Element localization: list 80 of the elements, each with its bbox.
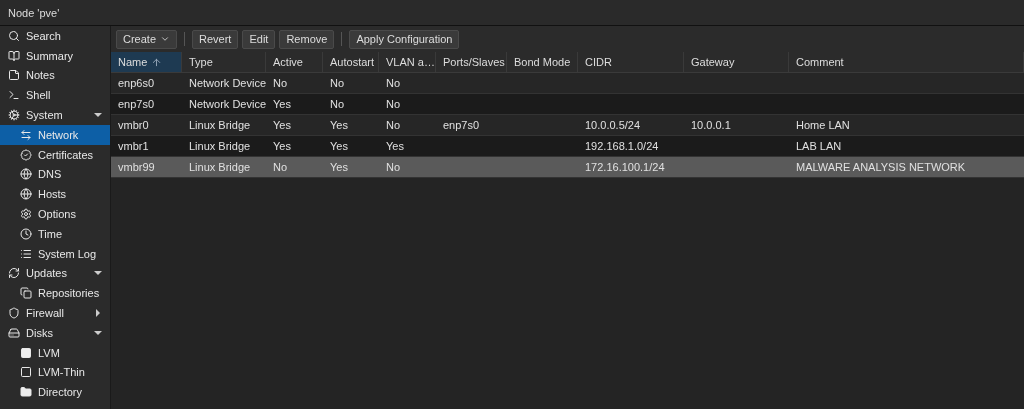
column-header[interactable]: CIDR bbox=[578, 52, 684, 73]
table-cell[interactable]: LAB LAN bbox=[789, 136, 1024, 157]
table-cell[interactable]: No bbox=[379, 157, 436, 178]
globe-icon bbox=[20, 188, 32, 201]
window-title: Node 'pve' bbox=[8, 6, 60, 19]
column-header[interactable]: Bond Mode bbox=[507, 52, 578, 73]
table-cell[interactable]: No bbox=[323, 94, 379, 115]
refresh-icon bbox=[8, 267, 20, 280]
sidebar-item[interactable]: Notes bbox=[0, 65, 110, 86]
table-cell[interactable]: Linux Bridge bbox=[182, 136, 266, 157]
column-header[interactable]: Comment bbox=[789, 52, 1024, 73]
table-cell[interactable]: Yes bbox=[323, 136, 379, 157]
sidebar-item[interactable]: Time bbox=[0, 223, 110, 244]
table-cell[interactable]: Yes bbox=[266, 136, 323, 157]
drive-icon bbox=[8, 326, 20, 339]
table-cell[interactable]: No bbox=[379, 94, 436, 115]
sidebar-item[interactable]: Disks bbox=[0, 322, 110, 343]
globe-icon bbox=[20, 168, 32, 181]
book-icon bbox=[8, 49, 20, 62]
gears-icon bbox=[8, 109, 20, 122]
search-icon bbox=[8, 29, 20, 42]
square-icon bbox=[20, 346, 32, 359]
column-header[interactable]: Name bbox=[111, 52, 182, 73]
caret-right-icon[interactable] bbox=[94, 309, 102, 318]
sidebar-item[interactable]: LVM bbox=[0, 342, 110, 363]
table-cell[interactable]: vmbr1 bbox=[111, 136, 182, 157]
toolbar-button[interactable]: Edit bbox=[242, 29, 276, 49]
clock-icon bbox=[20, 227, 32, 240]
column-header[interactable]: Gateway bbox=[684, 52, 789, 73]
sidebar-item[interactable]: Updates bbox=[0, 263, 110, 284]
toolbar-button[interactable]: Apply Configuration bbox=[349, 29, 460, 49]
column-header[interactable]: Autostart bbox=[323, 52, 379, 73]
table-cell[interactable]: Linux Bridge bbox=[182, 157, 266, 178]
sort-arrow-icon bbox=[151, 56, 163, 68]
table-cell[interactable]: vmbr99 bbox=[111, 157, 182, 178]
table-cell[interactable]: 192.168.1.0/24 bbox=[578, 136, 684, 157]
column-header[interactable]: Type bbox=[182, 52, 266, 73]
table-cell[interactable]: Yes bbox=[323, 157, 379, 178]
table-cell[interactable]: Network Device bbox=[182, 94, 266, 115]
note-icon bbox=[8, 69, 20, 82]
sidebar-item[interactable]: Certificates bbox=[0, 144, 110, 165]
chevron-down-icon bbox=[160, 34, 171, 44]
list-icon bbox=[20, 247, 32, 260]
sidebar-item[interactable]: Shell bbox=[0, 85, 110, 106]
arrows-icon bbox=[20, 128, 32, 141]
toolbar-button[interactable]: Remove bbox=[279, 29, 335, 49]
folder-icon bbox=[20, 386, 32, 399]
sidebar-item[interactable]: LVM-Thin bbox=[0, 362, 110, 383]
table-cell[interactable]: 172.16.100.1/24 bbox=[578, 157, 684, 178]
create-menu-button[interactable]: Create bbox=[116, 29, 178, 49]
table-cell[interactable]: MALWARE ANALYSIS NETWORK bbox=[789, 157, 1024, 178]
toolbar-button[interactable]: Revert bbox=[192, 29, 239, 49]
table-cell[interactable]: enp7s0 bbox=[111, 94, 182, 115]
shield-icon bbox=[8, 307, 20, 320]
column-header[interactable]: VLAN a… bbox=[379, 52, 436, 73]
table-cell[interactable]: Yes bbox=[266, 94, 323, 115]
caret-down-icon[interactable] bbox=[94, 269, 102, 278]
sidebar-item[interactable]: Repositories bbox=[0, 283, 110, 304]
caret-down-icon[interactable] bbox=[94, 328, 102, 337]
table-cell[interactable]: Yes bbox=[379, 136, 436, 157]
gear-icon bbox=[20, 208, 32, 221]
copy-icon bbox=[20, 287, 32, 300]
badge-icon bbox=[20, 148, 32, 161]
sidebar-item[interactable]: System Log bbox=[0, 243, 110, 264]
column-header[interactable]: Ports/Slaves bbox=[436, 52, 507, 73]
terminal-icon bbox=[8, 89, 20, 102]
square-icon bbox=[20, 366, 32, 379]
table-cell[interactable] bbox=[789, 94, 1024, 115]
sidebar-item[interactable]: Network bbox=[0, 125, 110, 145]
sidebar-item[interactable]: DNS bbox=[0, 164, 110, 185]
sidebar-item[interactable]: Search bbox=[0, 26, 110, 46]
sidebar-item[interactable]: System bbox=[0, 105, 110, 125]
sidebar-item[interactable]: Firewall bbox=[0, 303, 110, 323]
column-header[interactable]: Active bbox=[266, 52, 323, 73]
sidebar-item[interactable]: Summary bbox=[0, 45, 110, 66]
sidebar-item[interactable]: Options bbox=[0, 204, 110, 224]
sidebar-item[interactable]: Hosts bbox=[0, 184, 110, 205]
table-cell[interactable]: No bbox=[266, 157, 323, 178]
sidebar-item[interactable]: Directory bbox=[0, 382, 110, 403]
caret-down-icon[interactable] bbox=[94, 111, 102, 120]
